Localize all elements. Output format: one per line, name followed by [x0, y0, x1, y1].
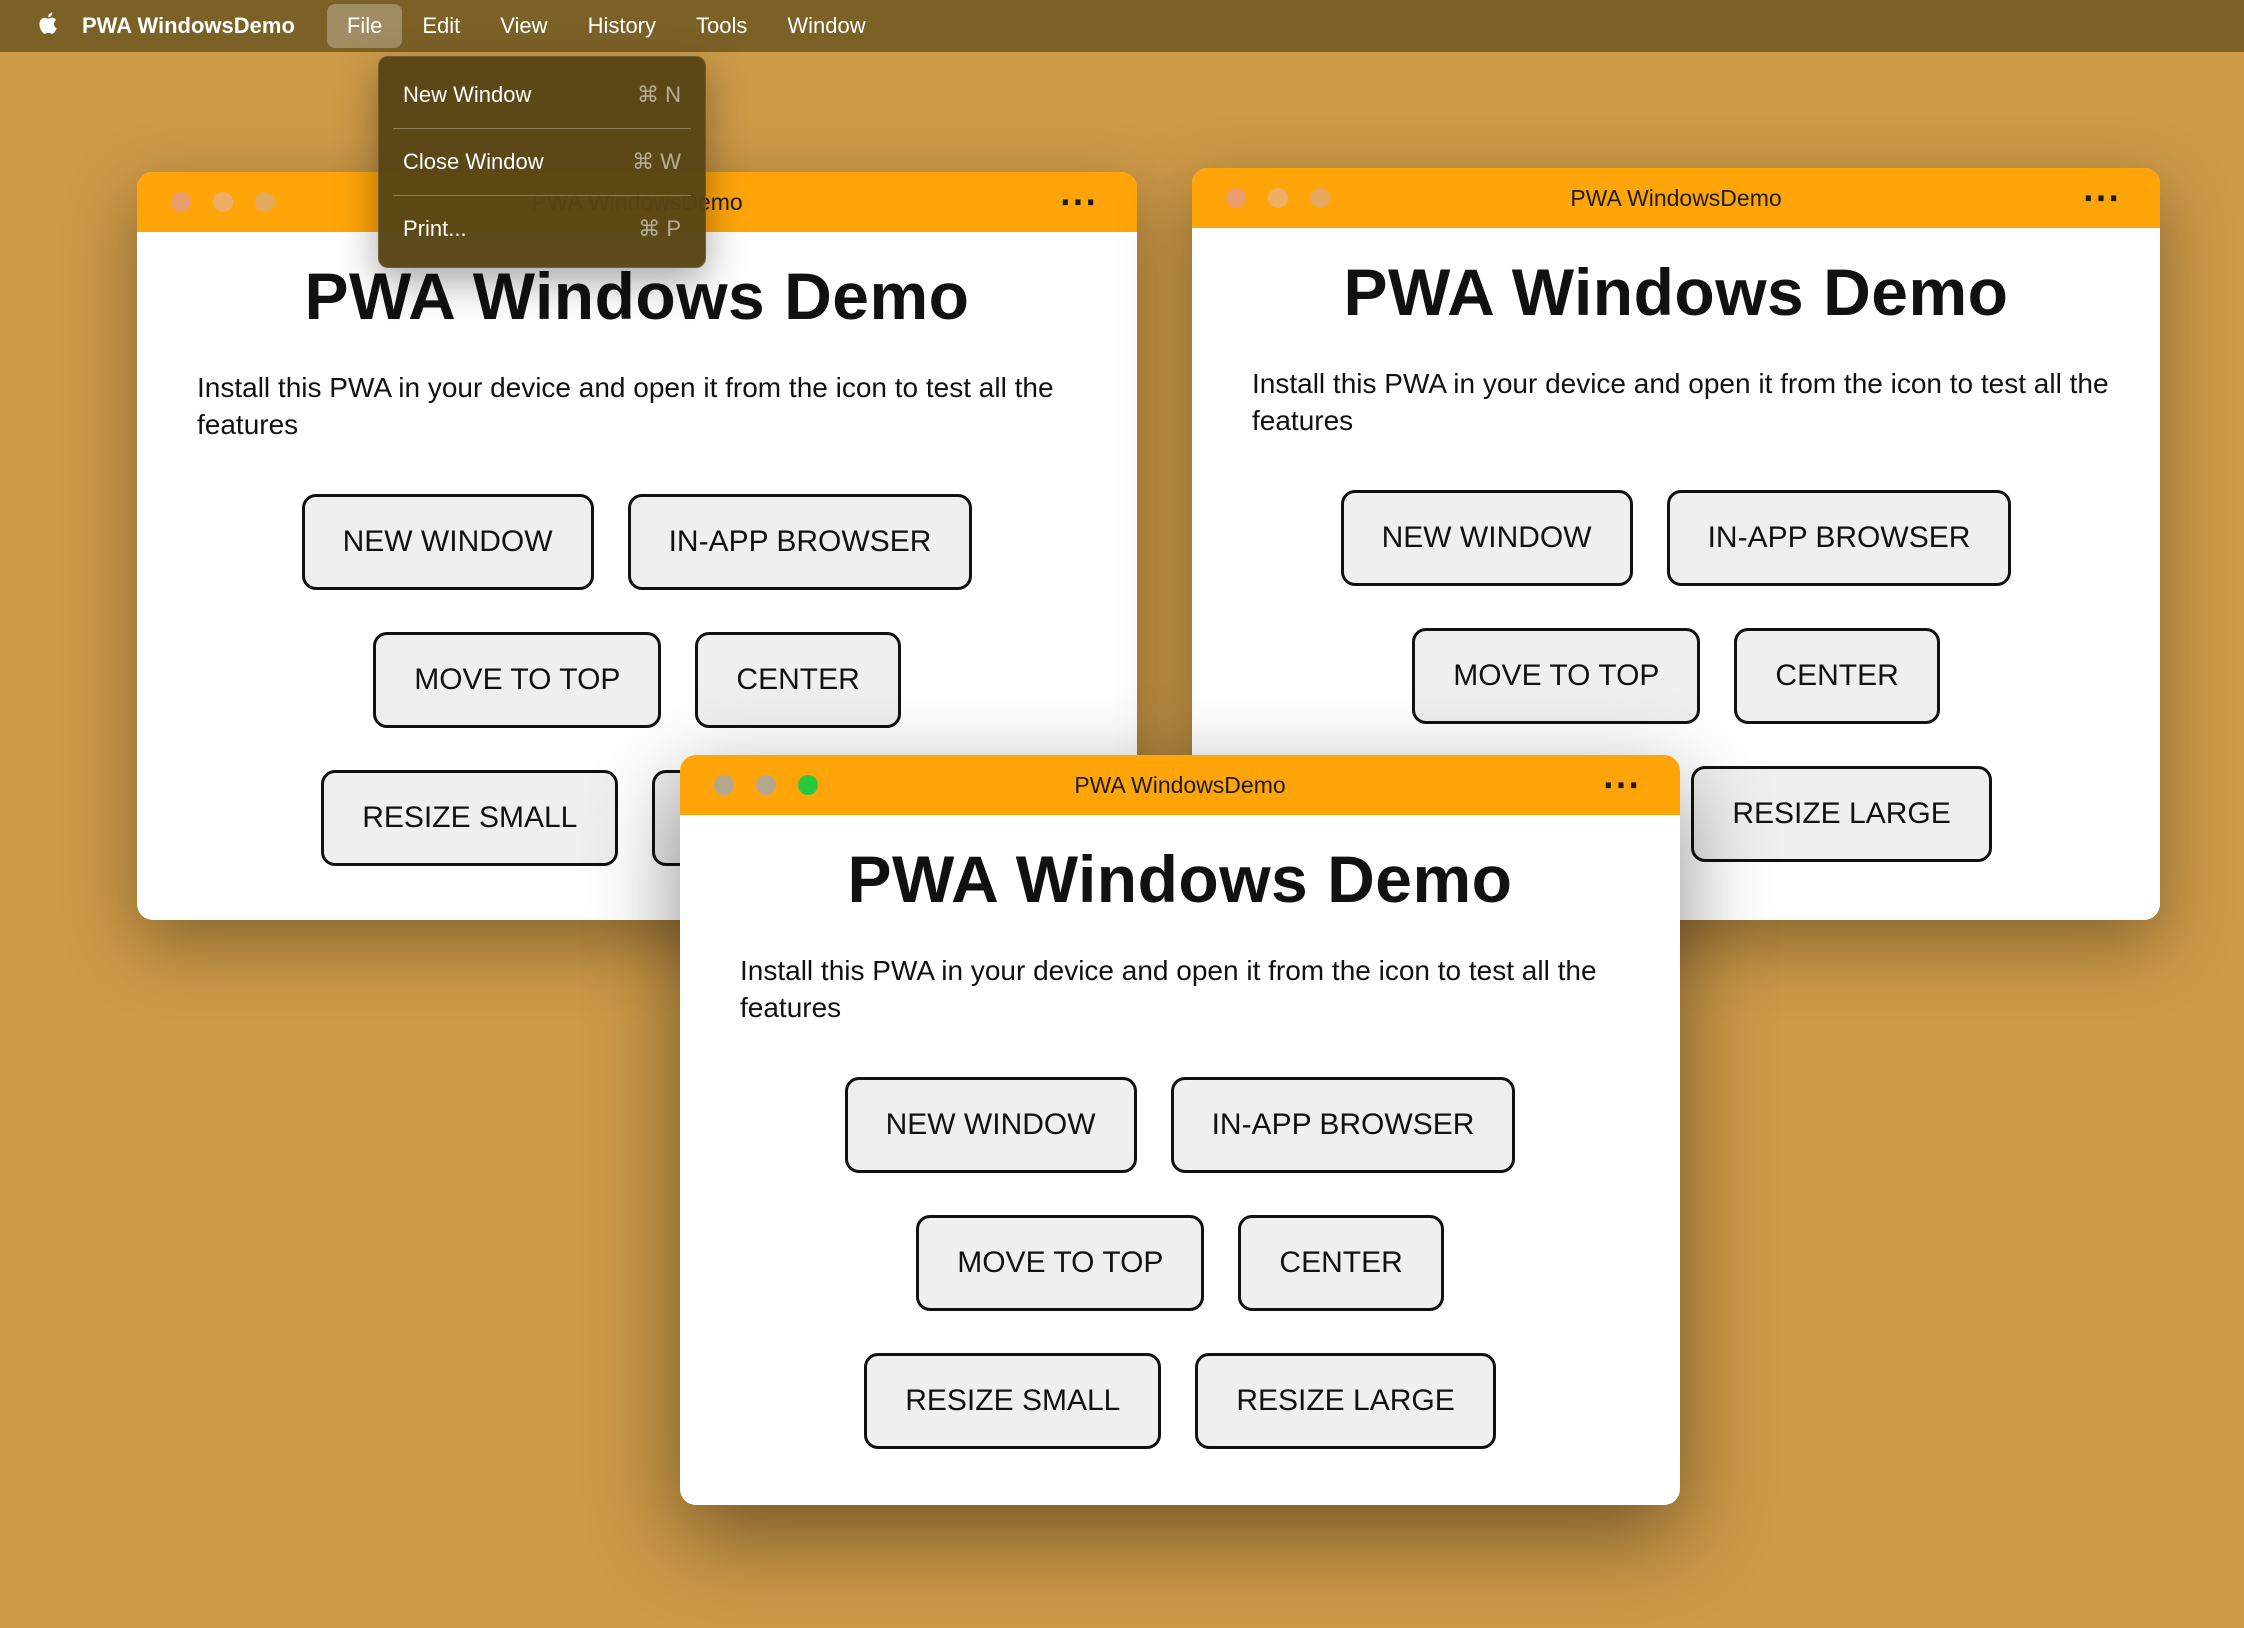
in-app-browser-button[interactable]: IN-APP BROWSER — [1170, 1076, 1516, 1173]
window-titlebar[interactable]: PWA WindowsDemo ⋯ — [680, 755, 1680, 815]
resize-small-button[interactable]: RESIZE SMALL — [864, 1352, 1162, 1449]
window-overflow-menu-button[interactable]: ⋯ — [1059, 172, 1097, 232]
button-row: MOVE TO TOP CENTER — [1412, 627, 1940, 724]
button-row: RESIZE SMALL RESIZE LARGE — [864, 1352, 1496, 1449]
traffic-lights — [171, 172, 275, 232]
menubar-app-name[interactable]: PWA WindowsDemo — [76, 13, 313, 39]
in-app-browser-button[interactable]: IN-APP BROWSER — [1666, 489, 2012, 586]
resize-small-button[interactable]: RESIZE SMALL — [321, 769, 619, 866]
pwa-window-front: PWA WindowsDemo ⋯ PWA Windows Demo Insta… — [680, 755, 1680, 1505]
window-title: PWA WindowsDemo — [1570, 184, 1782, 211]
window-titlebar[interactable]: PWA WindowsDemo ⋯ — [1192, 168, 2160, 228]
page-description: Install this PWA in your device and open… — [197, 372, 1054, 440]
page-title: PWA Windows Demo — [304, 259, 970, 333]
file-dropdown-menu: New Window ⌘ N Close Window ⌘ W Print...… — [378, 56, 706, 268]
button-row: NEW WINDOW IN-APP BROWSER — [1340, 489, 2012, 586]
menu-item-label: Close Window — [403, 149, 544, 174]
zoom-button[interactable] — [1310, 188, 1330, 208]
resize-large-button[interactable]: RESIZE LARGE — [1195, 1352, 1496, 1449]
ellipsis-icon: ⋯ — [1059, 181, 1097, 223]
menu-item-label: Print... — [403, 216, 467, 241]
page-description: Install this PWA in your device and open… — [740, 955, 1597, 1023]
button-row: MOVE TO TOP CENTER — [916, 1214, 1444, 1311]
close-button[interactable] — [714, 775, 734, 795]
menu-item-print[interactable]: Print... ⌘ P — [379, 199, 705, 259]
minimize-button[interactable] — [756, 775, 776, 795]
traffic-lights — [714, 755, 818, 815]
move-to-top-button[interactable]: MOVE TO TOP — [916, 1214, 1205, 1311]
new-window-button[interactable]: NEW WINDOW — [844, 1076, 1137, 1173]
apple-menu[interactable] — [20, 0, 76, 52]
center-button[interactable]: CENTER — [695, 631, 901, 728]
window-overflow-menu-button[interactable]: ⋯ — [2082, 168, 2120, 228]
ellipsis-icon: ⋯ — [1602, 764, 1640, 806]
zoom-button[interactable] — [255, 192, 275, 212]
window-overflow-menu-button[interactable]: ⋯ — [1602, 755, 1640, 815]
new-window-button[interactable]: NEW WINDOW — [1340, 489, 1633, 586]
window-content: PWA Windows Demo Install this PWA in you… — [680, 841, 1680, 1489]
menu-item-new-window[interactable]: New Window ⌘ N — [379, 65, 705, 125]
page-title: PWA Windows Demo — [1343, 255, 2009, 329]
menu-history[interactable]: History — [568, 4, 676, 48]
close-button[interactable] — [1226, 188, 1246, 208]
menu-item-shortcut: ⌘ N — [637, 82, 681, 107]
traffic-lights — [1226, 168, 1330, 228]
button-row: MOVE TO TOP CENTER — [373, 631, 901, 728]
menu-window[interactable]: Window — [767, 4, 885, 48]
menu-view[interactable]: View — [480, 4, 567, 48]
move-to-top-button[interactable]: MOVE TO TOP — [373, 631, 662, 728]
menu-item-shortcut: ⌘ W — [632, 149, 681, 174]
ellipsis-icon: ⋯ — [2082, 177, 2120, 219]
new-window-button[interactable]: NEW WINDOW — [301, 493, 594, 590]
menu-item-shortcut: ⌘ P — [638, 216, 681, 241]
menu-tools[interactable]: Tools — [676, 4, 767, 48]
resize-large-button[interactable]: RESIZE LARGE — [1691, 765, 1992, 862]
window-title: PWA WindowsDemo — [1074, 771, 1286, 798]
minimize-button[interactable] — [213, 192, 233, 212]
menu-file[interactable]: File — [326, 4, 403, 48]
menu-edit[interactable]: Edit — [402, 4, 480, 48]
menu-separator — [393, 195, 691, 196]
page-description: Install this PWA in your device and open… — [1252, 368, 2109, 436]
button-row: NEW WINDOW IN-APP BROWSER — [301, 493, 973, 590]
button-stack: NEW WINDOW IN-APP BROWSER MOVE TO TOP CE… — [680, 1076, 1680, 1449]
menu-separator — [393, 128, 691, 129]
center-button[interactable]: CENTER — [1238, 1214, 1444, 1311]
center-button[interactable]: CENTER — [1734, 627, 1940, 724]
move-to-top-button[interactable]: MOVE TO TOP — [1412, 627, 1701, 724]
in-app-browser-button[interactable]: IN-APP BROWSER — [627, 493, 973, 590]
close-button[interactable] — [171, 192, 191, 212]
apple-icon — [35, 8, 61, 44]
button-row: NEW WINDOW IN-APP BROWSER — [844, 1076, 1516, 1173]
menu-item-label: New Window — [403, 82, 532, 107]
page-title: PWA Windows Demo — [847, 842, 1513, 916]
zoom-button[interactable] — [798, 775, 818, 795]
menu-item-close-window[interactable]: Close Window ⌘ W — [379, 132, 705, 192]
menu-bar: PWA WindowsDemo File Edit View History T… — [0, 0, 2244, 52]
minimize-button[interactable] — [1268, 188, 1288, 208]
